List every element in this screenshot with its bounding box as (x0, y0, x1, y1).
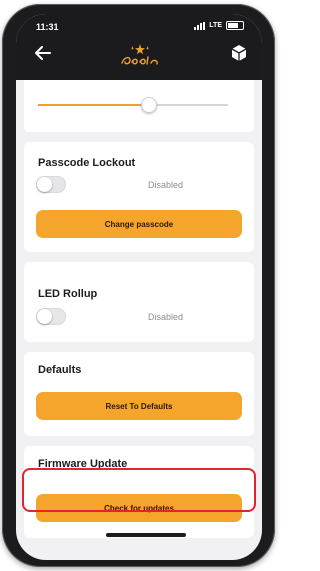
passcode-toggle[interactable] (36, 176, 66, 193)
app-logo (116, 41, 164, 69)
defaults-title: Defaults (38, 364, 82, 376)
status-time: 11:31 (36, 22, 59, 32)
battery-icon (226, 21, 244, 30)
slider-thumb[interactable] (141, 97, 158, 113)
passcode-status: Disabled (148, 180, 184, 190)
led-rollup-status: Disabled (148, 312, 184, 322)
network-label: LTE (209, 22, 222, 29)
cube-icon[interactable] (230, 44, 248, 62)
app-screen: 11:31 LTE Passcode Lockout Disabled Chan… (16, 14, 262, 560)
led-rollup-toggle[interactable] (36, 308, 66, 325)
app-header: 11:31 LTE (16, 14, 262, 80)
signal-icon (194, 21, 206, 30)
defaults-card: Defaults Reset To Defaults (24, 352, 254, 436)
passcode-card: Passcode Lockout Disabled Change passcod… (24, 142, 254, 252)
change-passcode-button[interactable]: Change passcode (36, 210, 242, 238)
back-arrow-icon[interactable] (32, 42, 54, 64)
led-rollup-title: LED Rollup (38, 288, 98, 300)
status-indicators: LTE (194, 21, 244, 30)
slider-card (24, 80, 254, 132)
led-rollup-card: LED Rollup Disabled (24, 262, 254, 342)
slider-track[interactable] (38, 97, 228, 113)
highlight-box (22, 468, 256, 512)
slider-fill (38, 104, 149, 106)
home-indicator[interactable] (106, 533, 186, 537)
phone-frame: 11:31 LTE Passcode Lockout Disabled Chan… (2, 4, 275, 567)
passcode-title: Passcode Lockout (38, 157, 136, 169)
reset-to-defaults-button[interactable]: Reset To Defaults (36, 392, 242, 420)
